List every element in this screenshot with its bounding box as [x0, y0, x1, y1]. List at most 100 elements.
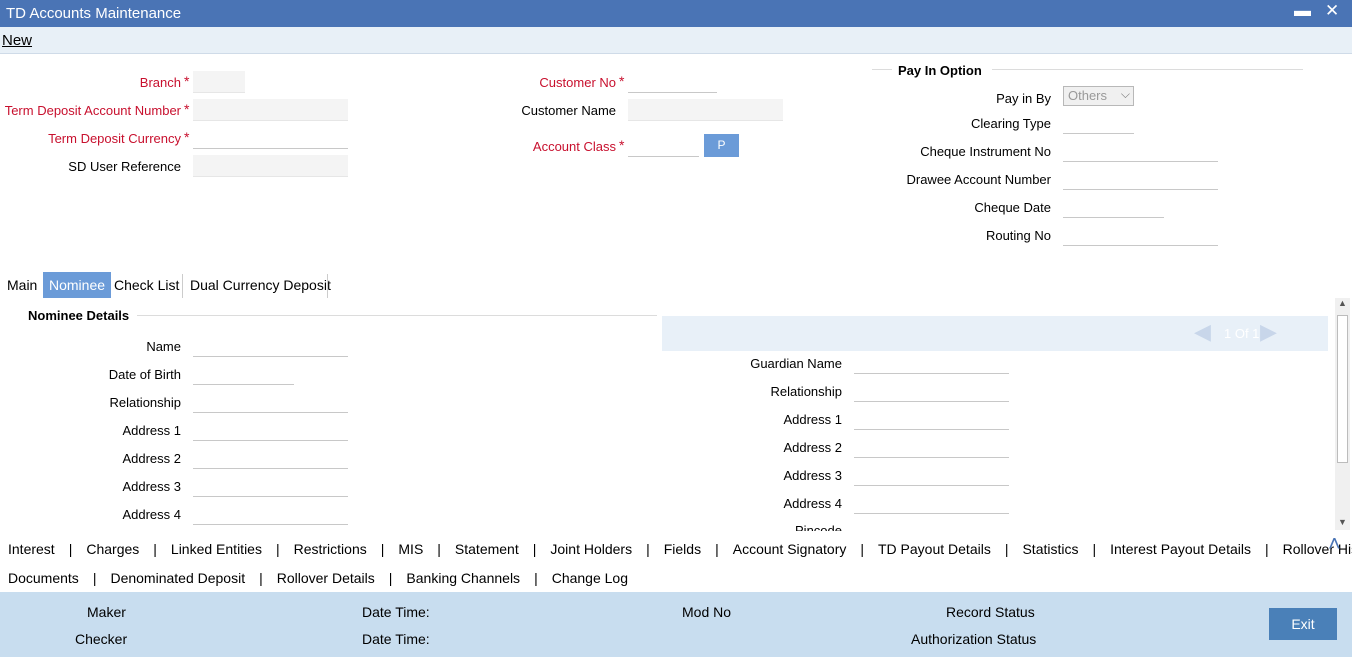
checker-label: Checker	[75, 631, 128, 647]
nominee-dob-input[interactable]	[193, 363, 294, 385]
nominee-address3-label: Address 3	[122, 479, 181, 494]
tab-main[interactable]: Main	[1, 272, 43, 298]
new-link[interactable]: New	[2, 32, 32, 49]
cheque-date-input[interactable]	[1063, 196, 1164, 218]
link-interest[interactable]: Interest	[8, 541, 55, 557]
maker-label: Maker	[87, 604, 126, 620]
link-charges[interactable]: Charges	[86, 541, 139, 557]
nominee-relationship-input[interactable]	[193, 391, 348, 413]
pay-in-by-select[interactable]: Others ⌵	[1063, 86, 1134, 106]
customer-no-input[interactable]	[628, 71, 717, 93]
guardian-address4-input[interactable]	[854, 492, 1009, 514]
links-row-1: Interest | Charges | Linked Entities | Restric…	[8, 541, 1352, 567]
nominee-scrollbar[interactable]: ▲ ▼	[1335, 298, 1350, 530]
cheque-instrument-no-label: Cheque Instrument No	[920, 144, 1051, 159]
guardian-relationship-label: Relationship	[770, 384, 842, 399]
link-rollover-history[interactable]: Rollover History	[1283, 541, 1352, 557]
guardian-pincode-label: Pincode	[795, 523, 842, 531]
required-marker: *	[619, 137, 625, 153]
link-account-signatory[interactable]: Account Signatory	[733, 541, 847, 557]
link-interest-payout-details[interactable]: Interest Payout Details	[1110, 541, 1251, 557]
account-class-input[interactable]	[628, 135, 699, 157]
guardian-address1-label: Address 1	[783, 412, 842, 427]
tab-nominee[interactable]: Nominee	[43, 272, 112, 298]
maker-date-time-label: Date Time:	[362, 604, 430, 620]
link-denominated-deposit[interactable]: Denominated Deposit	[110, 570, 245, 586]
td-account-number-input[interactable]	[193, 99, 348, 121]
guardian-name-input[interactable]	[854, 352, 1009, 374]
guardian-relationship-input[interactable]	[854, 380, 1009, 402]
guardian-address3-input[interactable]	[854, 464, 1009, 486]
checker-date-time-label: Date Time:	[362, 631, 430, 647]
exit-button[interactable]: Exit	[1269, 608, 1337, 640]
scroll-down-icon[interactable]: ▼	[1338, 517, 1347, 527]
required-marker: *	[184, 73, 190, 89]
guardian-address2-label: Address 2	[783, 440, 842, 455]
td-account-number-label: Term Deposit Account Number	[4, 103, 181, 118]
td-currency-input[interactable]	[193, 127, 348, 149]
link-statistics[interactable]: Statistics	[1022, 541, 1078, 557]
customer-no-label: Customer No	[539, 75, 616, 90]
nominee-details-title: Nominee Details	[28, 308, 130, 323]
link-banking-channels[interactable]: Banking Channels	[406, 570, 520, 586]
routing-no-input[interactable]	[1063, 224, 1218, 246]
next-page-icon[interactable]: ▶	[1260, 319, 1277, 345]
nominee-address3-input[interactable]	[193, 475, 348, 497]
customer-name-input[interactable]	[628, 99, 783, 121]
section-divider	[137, 315, 657, 316]
link-statement[interactable]: Statement	[455, 541, 519, 557]
tab-separator	[182, 274, 183, 298]
routing-no-label: Routing No	[985, 228, 1051, 243]
scroll-up-icon[interactable]: ▲	[1338, 298, 1347, 308]
link-rollover-details[interactable]: Rollover Details	[277, 570, 375, 586]
nominee-dob-label: Date of Birth	[108, 367, 181, 382]
link-linked-entities[interactable]: Linked Entities	[171, 541, 262, 557]
cheque-instrument-no-input[interactable]	[1063, 140, 1218, 162]
pay-in-option-title: Pay In Option	[898, 63, 982, 78]
link-joint-holders[interactable]: Joint Holders	[550, 541, 632, 557]
close-icon[interactable]: ✕	[1325, 1, 1339, 21]
link-td-payout-details[interactable]: TD Payout Details	[878, 541, 991, 557]
collapse-up-icon[interactable]: ˄	[1328, 531, 1341, 557]
nominee-address2-input[interactable]	[193, 447, 348, 469]
tab-check-list[interactable]: Check List	[108, 272, 185, 298]
nominee-address4-input[interactable]	[193, 503, 348, 525]
sub-screen-links: Interest | Charges | Linked Entities | Restric…	[0, 533, 1352, 592]
link-restrictions[interactable]: Restrictions	[294, 541, 367, 557]
previous-page-icon[interactable]: ◀	[1194, 319, 1211, 345]
link-fields[interactable]: Fields	[664, 541, 701, 557]
required-marker: *	[619, 73, 625, 89]
link-mis[interactable]: MIS	[398, 541, 423, 557]
td-currency-label: Term Deposit Currency	[48, 131, 181, 146]
audit-footer: Maker Checker Date Time: Date Time: Mod …	[0, 592, 1352, 657]
link-change-log[interactable]: Change Log	[552, 570, 628, 586]
scrollbar-thumb[interactable]	[1337, 315, 1348, 463]
nominee-name-label: Name	[146, 339, 181, 354]
tab-dual-currency-deposit[interactable]: Dual Currency Deposit	[184, 272, 337, 298]
guardian-name-label: Guardian Name	[750, 356, 842, 371]
link-documents[interactable]: Documents	[8, 570, 79, 586]
branch-label: Branch	[139, 75, 181, 90]
sd-user-reference-label: SD User Reference	[68, 159, 181, 174]
section-divider	[992, 69, 1303, 70]
minimize-icon[interactable]: ▬	[1294, 1, 1311, 21]
pay-in-by-label: Pay in By	[996, 91, 1051, 106]
guardian-address1-input[interactable]	[854, 408, 1009, 430]
title-bar: TD Accounts Maintenance ▬ ✕	[0, 0, 1352, 27]
nominee-relationship-label: Relationship	[109, 395, 181, 410]
nominee-name-input[interactable]	[193, 335, 348, 357]
nominee-address4-label: Address 4	[122, 507, 181, 522]
clearing-type-input[interactable]	[1063, 112, 1134, 134]
tab-separator	[327, 274, 328, 298]
sd-user-reference-input[interactable]	[193, 155, 348, 177]
section-divider	[872, 69, 892, 70]
pager-text: 1 Of 1	[1224, 326, 1260, 341]
account-class-lookup-button[interactable]: P	[704, 134, 739, 157]
window-title: TD Accounts Maintenance	[6, 5, 182, 22]
branch-input[interactable]	[193, 71, 245, 93]
chevron-down-icon: ⌵	[1120, 87, 1130, 101]
nominee-address1-input[interactable]	[193, 419, 348, 441]
drawee-account-number-input[interactable]	[1063, 168, 1218, 190]
guardian-address2-input[interactable]	[854, 436, 1009, 458]
menu-bar: New	[0, 27, 1352, 54]
